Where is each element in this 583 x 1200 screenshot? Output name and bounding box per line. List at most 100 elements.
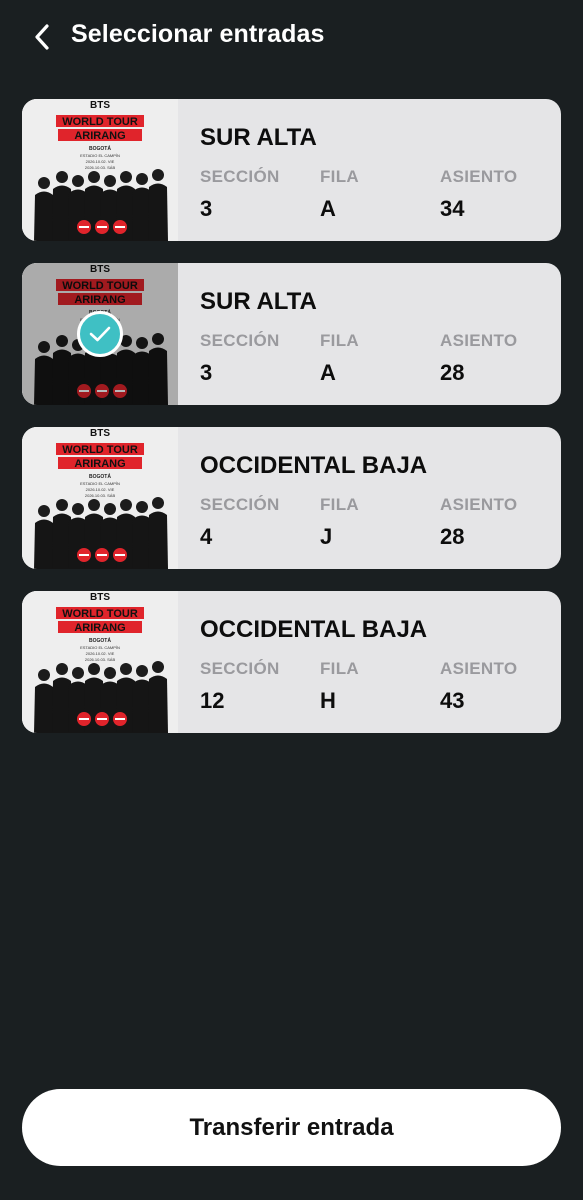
seccion-label: SECCIÓN [200,331,280,350]
poster-logo-mark [97,226,107,228]
poster-member-figure [152,661,164,673]
seccion-value: 4 [200,524,213,549]
poster-logo-mark [115,226,125,228]
poster-line2-text: ARIRANG [74,622,125,634]
poster-member-figure [56,663,68,675]
poster-logo-mark [77,384,91,398]
ticket-section-name: OCCIDENTAL BAJA [200,452,428,479]
back-button[interactable] [28,22,56,52]
poster-logo-mark [115,554,125,556]
seccion-value: 3 [200,196,213,221]
ticket-info: SUR ALTA SECCIÓN 3 FILA A ASIENTO 34 [200,99,561,241]
poster-logo-mark [115,718,125,720]
fila-label: FILA [320,167,359,186]
poster-date-text: 2026.10.02. VIE [86,487,115,492]
poster-member-figure [34,683,54,733]
poster-member-figure [148,511,168,569]
poster-member-figure [38,505,50,517]
fila-label: FILA [320,331,359,350]
poster-member-figure [120,663,132,675]
poster-logo-mark [97,718,107,720]
poster-line2-text: ARIRANG [74,458,125,470]
poster-logo-mark [113,384,127,398]
poster-logo-mark [97,390,107,392]
fila-value: J [320,524,333,549]
poster-member-figure [38,177,50,189]
asiento-value: 43 [440,688,465,713]
poster-logo-mark [115,390,125,392]
ticket-info: SUR ALTA SECCIÓN 3 FILA A ASIENTO 28 [200,263,561,405]
poster-date-text: 2026.10.03. SÁB [85,165,116,170]
page-title: Seleccionar entradas [71,20,325,48]
poster-member-figure [148,675,168,733]
poster-member-figure [136,337,148,349]
poster-venue-text: ESTADIO EL CAMPÍN [80,645,120,650]
poster-logo-mark [79,718,89,720]
asiento-value: 28 [440,360,465,385]
poster-date-text: 2026.10.03. SÁB [85,657,116,662]
asiento-value: 28 [440,524,465,549]
poster-member-figure [120,499,132,511]
poster-member-figure [72,503,84,515]
poster-city-text: BOGOTÁ [89,473,111,480]
poster-line2-text: ARIRANG [74,294,125,306]
poster-venue-text: ESTADIO EL CAMPÍN [80,481,120,486]
fila-label: FILA [320,659,359,678]
ticket-list: BTS WORLD TOUR ARIRANG BOGOTÁ ESTADIO EL CAM… [22,99,561,755]
poster-band-text: BTS [90,100,110,111]
poster-member-figure [52,349,72,405]
ticket-poster-image: BTS WORLD TOUR ARIRANG BOGOTÁESTADIO EL CAM… [22,427,178,569]
poster-venue-text: ESTADIO EL CAMPÍN [80,153,120,158]
ticket-card[interactable]: BTSWORLD TOURARIRANGBOGOTÁESTADIO EL CAM… [22,591,561,733]
poster-logo-mark [79,554,89,556]
seccion-label: SECCIÓN [200,495,280,514]
poster-line1-text: WORLD TOUR [62,280,138,292]
poster-member-figure [104,503,116,515]
poster-logo-mark [97,554,107,556]
asiento-value: 34 [440,196,465,221]
poster-member-figure [88,171,100,183]
ticket-card[interactable]: BTSWORLD TOURARIRANGBOGOTÁESTADIO EL CAM… [22,427,561,569]
poster-member-figure [148,347,168,405]
poster-line1-text: WORLD TOUR [62,116,138,128]
poster-member-figure [56,499,68,511]
poster-member-figure [56,335,68,347]
poster-date-text: 2026.10.02. VIE [86,159,115,164]
transfer-ticket-button[interactable]: Transferir entrada [22,1089,561,1166]
fila-value: A [320,196,336,221]
poster-member-figure [148,183,168,241]
selected-check-icon [77,311,123,357]
ticket-card[interactable]: BTSWORLD TOURARIRANGBOGOTÁESTADIO EL CAM… [22,263,561,405]
poster-band-text: BTS [90,264,110,275]
chevron-left-icon [35,24,49,50]
ticket-info: OCCIDENTAL BAJA SECCIÓN 12 FILA H ASIENTO 4… [200,591,561,733]
poster-member-figure [38,669,50,681]
asiento-label: ASIENTO [440,495,518,514]
poster-member-figure [34,355,54,405]
asiento-label: ASIENTO [440,331,518,350]
ticket-card[interactable]: BTSWORLD TOURARIRANGBOGOTÁESTADIO EL CAM… [22,99,561,241]
poster-logo-mark [79,226,89,228]
poster-member-figure [120,171,132,183]
fila-value: A [320,360,336,385]
poster-member-figure [68,353,88,405]
poster-member-figure [38,341,50,353]
poster-member-figure [136,665,148,677]
poster-member-figure [56,171,68,183]
ticket-section-name: SUR ALTA [200,288,317,315]
poster-title-bar [56,279,144,291]
poster-line1-text: WORLD TOUR [62,444,138,456]
fila-label: FILA [320,495,359,514]
poster-logo-mark [79,390,89,392]
ticket-poster-image: BTS WORLD TOUR ARIRANG BOGOTÁESTADIO EL CAM… [22,99,178,241]
poster-member-figure [84,349,104,405]
poster-member-figure [152,333,164,345]
poster-member-figure [34,519,54,569]
header: Seleccionar entradas [0,0,583,72]
poster-line2-text: ARIRANG [74,130,125,142]
poster-city-text: BOGOTÁ [89,637,111,644]
poster-member-figure [116,349,136,405]
poster-member-figure [104,667,116,679]
asiento-label: ASIENTO [440,167,518,186]
poster-member-figure [136,173,148,185]
